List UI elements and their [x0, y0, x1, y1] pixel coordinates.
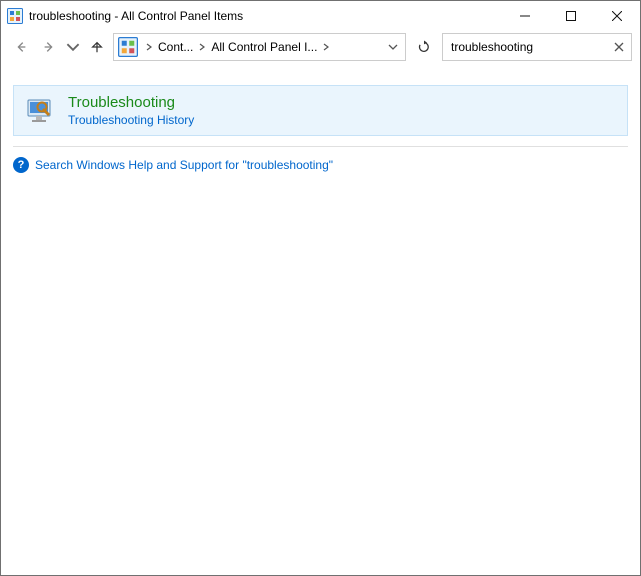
close-button[interactable] [594, 1, 640, 31]
troubleshooting-icon [24, 94, 56, 126]
help-icon: ? [13, 157, 29, 173]
clear-search-button[interactable] [610, 37, 627, 57]
minimize-button[interactable] [502, 1, 548, 31]
window-title: troubleshooting - All Control Panel Item… [29, 9, 502, 23]
control-panel-icon [118, 37, 138, 57]
breadcrumb-separator[interactable] [195, 34, 209, 60]
content-area: Troubleshooting Troubleshooting History … [1, 67, 640, 575]
result-text-block: Troubleshooting Troubleshooting History [68, 94, 194, 127]
result-subitem-link[interactable]: Troubleshooting History [68, 113, 194, 127]
search-result-group: Troubleshooting Troubleshooting History [13, 85, 628, 136]
up-button[interactable] [85, 35, 109, 59]
breadcrumb-separator[interactable] [319, 34, 333, 60]
breadcrumb-separator[interactable] [142, 34, 156, 60]
result-title-link[interactable]: Troubleshooting [68, 94, 194, 111]
recent-locations-button[interactable] [65, 35, 81, 59]
search-box[interactable] [442, 33, 632, 61]
forward-button[interactable] [37, 35, 61, 59]
maximize-button[interactable] [548, 1, 594, 31]
refresh-button[interactable] [410, 33, 438, 61]
help-link-row: ? Search Windows Help and Support for "t… [13, 155, 628, 175]
breadcrumb-item[interactable]: Cont... [156, 34, 195, 60]
control-panel-icon [7, 8, 23, 24]
address-dropdown-button[interactable] [383, 34, 403, 60]
back-button[interactable] [9, 35, 33, 59]
help-search-link[interactable]: Search Windows Help and Support for "tro… [35, 158, 333, 172]
separator [13, 146, 628, 147]
title-bar: troubleshooting - All Control Panel Item… [1, 1, 640, 31]
address-bar[interactable]: Cont... All Control Panel I... [113, 33, 406, 61]
search-input[interactable] [447, 40, 610, 54]
navigation-bar: Cont... All Control Panel I... [1, 31, 640, 67]
breadcrumb-item[interactable]: All Control Panel I... [209, 34, 319, 60]
